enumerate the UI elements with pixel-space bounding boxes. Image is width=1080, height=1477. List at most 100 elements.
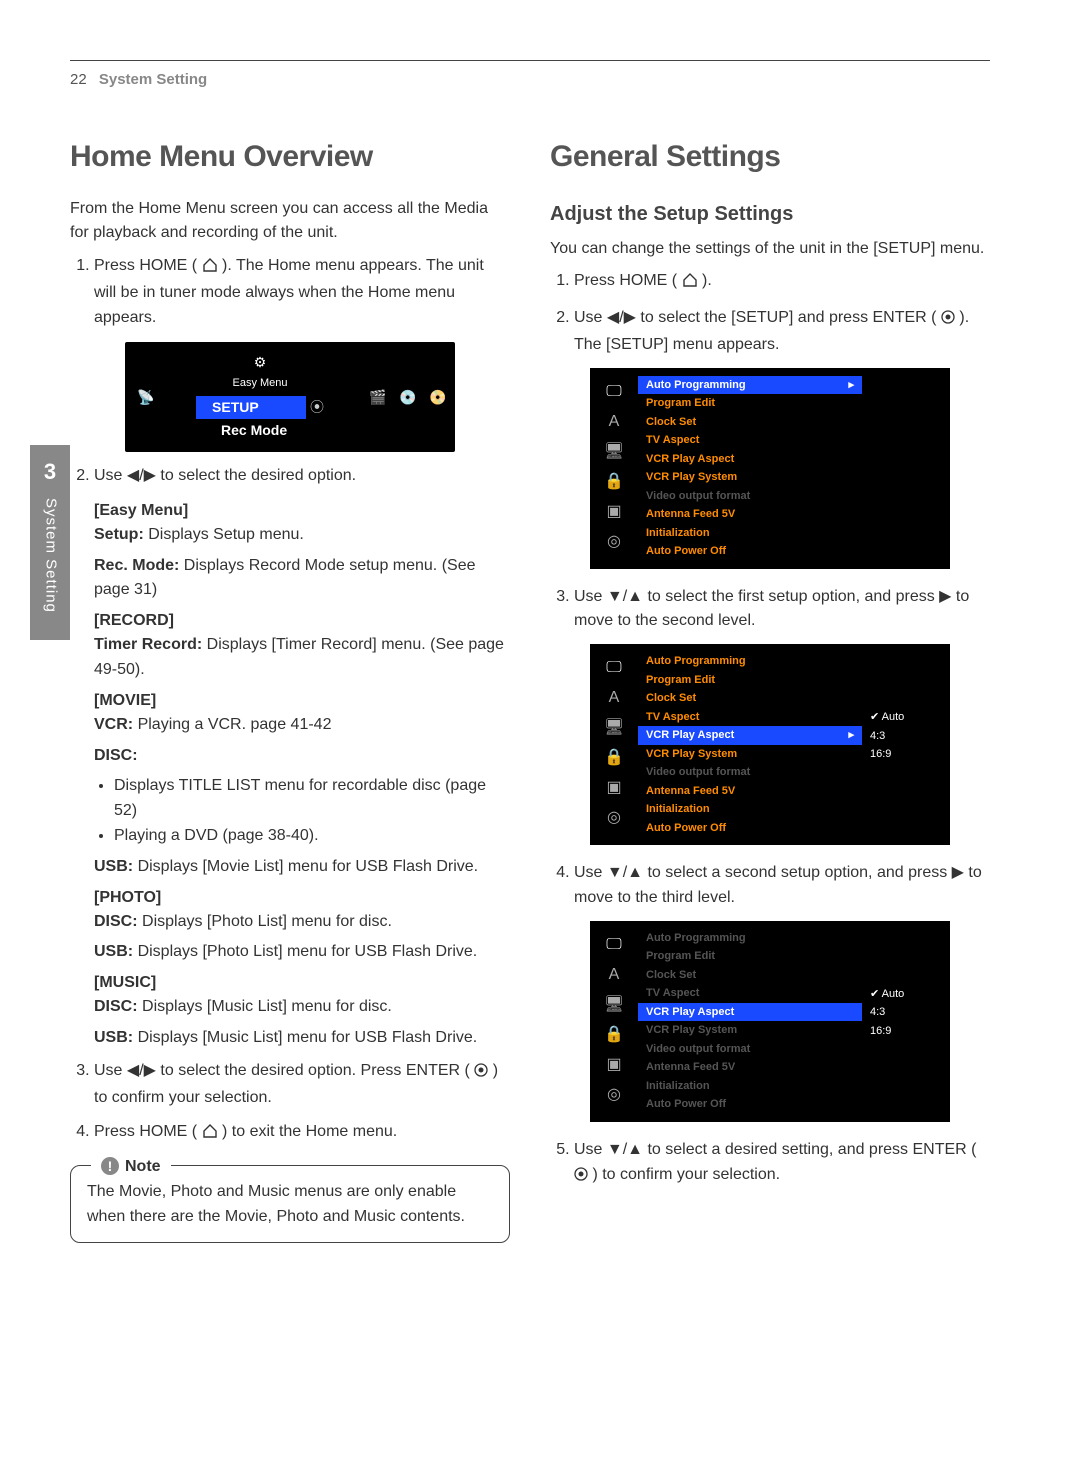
movie-heading: [MOVIE] — [94, 689, 510, 713]
gear-icon: ⚙︎ — [167, 352, 353, 373]
setup-osd-3: 🖵 A 🖥 🔒 ▣ ◎ Auto Programming Program Edi… — [590, 921, 950, 1122]
record-icon: 🎬 — [369, 387, 383, 408]
osd-item: Initialization — [638, 800, 862, 819]
music-usb-desc: Displays [Music List] menu for USB Flash… — [138, 1029, 478, 1046]
lock-icon: 🔒 — [604, 746, 624, 770]
chapter-side-tab: 3 System Setting — [30, 445, 70, 640]
setup-osd-1: 🖵 A 🖥 🔒 ▣ ◎ Auto Programming▸ Program Ed… — [590, 368, 950, 569]
chapter-number: 3 — [30, 455, 70, 488]
step-4: Press HOME ( ) to exit the Home menu. — [94, 1120, 510, 1147]
osd-item-vcr-aspect-hl: VCR Play Aspect — [646, 1004, 734, 1021]
photo-usb-label: USB: — [94, 943, 133, 960]
home-menu-osd: 📡 ⚙︎ Easy Menu SETUP ⦿ Rec Mode 🎬 💿 📀 — [125, 342, 455, 452]
movie-usb-desc: Displays [Movie List] menu for USB Flash… — [138, 858, 479, 875]
osd-item-vcr-aspect: VCR Play Aspect — [638, 450, 862, 469]
disc-li-2: Playing a DVD (page 38-40). — [114, 824, 510, 849]
osd-item: TV Aspect — [638, 984, 862, 1003]
osd-item-vid-out: Video output format — [638, 487, 862, 506]
disc-icon: 💿 — [399, 387, 413, 408]
osd-item: Video output format — [638, 763, 862, 782]
easy-menu-heading: [Easy Menu] — [94, 499, 510, 523]
right-intro: You can change the settings of the unit … — [550, 237, 990, 262]
lock-icon: 🔒 — [604, 1023, 624, 1047]
r-step-1: Press HOME ( ). — [574, 269, 990, 296]
osd-item: TV Aspect — [638, 708, 862, 727]
movie-disc-label: DISC: — [94, 747, 138, 764]
home-icon — [682, 271, 698, 296]
chapter-label: System Setting — [39, 498, 62, 613]
header-rule — [70, 60, 990, 61]
page-number: 22 — [70, 69, 87, 92]
step-2: Use ◀/▶ to select the desired option. — [94, 464, 510, 489]
music-heading: [MUSIC] — [94, 971, 510, 995]
opt-auto: Auto — [870, 985, 950, 1004]
osd-item: Antenna Feed 5V — [638, 782, 862, 801]
osd-item-auto-prog: Auto Programming — [646, 377, 746, 394]
right-column: General Settings Adjust the Setup Settin… — [550, 122, 990, 1243]
enter-icon — [574, 1165, 588, 1190]
disc-setup-icon: ◎ — [607, 806, 621, 830]
osd-item: Auto Programming — [638, 652, 862, 671]
opt-auto: Auto — [870, 708, 950, 727]
r-step-3: Use ▼/▲ to select the first setup option… — [574, 585, 990, 635]
setup-label: Setup: — [94, 526, 144, 543]
osd-item-vcr-aspect-hl: VCR Play Aspect — [646, 727, 734, 744]
square-icon: ▣ — [606, 776, 621, 800]
osd-item-tv-aspect: TV Aspect — [638, 431, 862, 450]
display-icon: 🖥 — [604, 993, 624, 1017]
osd-item-auto-off: Auto Power Off — [638, 542, 862, 561]
photo-heading: [PHOTO] — [94, 886, 510, 910]
disc-li-1: Displays TITLE LIST menu for recordable … — [114, 774, 510, 824]
tv-icon: 🖵 — [606, 380, 621, 404]
osd-recmode-row: Rec Mode — [205, 419, 315, 442]
note-text: The Movie, Photo and Music menus are onl… — [87, 1180, 493, 1230]
disc-setup-icon: ◎ — [607, 1083, 621, 1107]
option-descriptions: [Easy Menu] Setup: Displays Setup menu. … — [94, 499, 510, 1051]
note-bang-icon: ! — [101, 1157, 119, 1175]
osd-item-init: Initialization — [638, 524, 862, 543]
timer-label: Timer Record: — [94, 636, 202, 653]
osd-item-clock: Clock Set — [638, 413, 862, 432]
r-step-2: Use ◀/▶ to select the [SETUP] and press … — [574, 306, 990, 358]
heading-general-settings: General Settings — [550, 134, 990, 179]
enter-icon — [941, 308, 955, 333]
osd-item: VCR Play System — [638, 745, 862, 764]
tv-icon: 🖵 — [606, 656, 621, 680]
display-icon: 🖥 — [604, 716, 624, 740]
music-usb-label: USB: — [94, 1029, 133, 1046]
left-column: Home Menu Overview From the Home Menu sc… — [70, 122, 510, 1243]
tv-icon: 🖵 — [606, 933, 621, 957]
recmode-label: Rec. Mode: — [94, 557, 179, 574]
easy-menu-label: Easy Menu — [167, 375, 353, 392]
section-name: System Setting — [99, 71, 207, 88]
photo-disc-label: DISC: — [94, 913, 138, 930]
opt-43: 4:3 — [870, 727, 950, 746]
osd-item-vcr-system: VCR Play System — [638, 468, 862, 487]
osd-item-prog-edit: Program Edit — [638, 394, 862, 413]
osd-item: Video output format — [638, 1040, 862, 1059]
usb-icon: 📀 — [429, 387, 443, 408]
record-heading: [RECORD] — [94, 609, 510, 633]
r-step-4: Use ▼/▲ to select a second setup option,… — [574, 861, 990, 911]
opt-169: 16:9 — [870, 745, 950, 764]
osd-setup-row: SETUP — [196, 396, 306, 419]
music-disc-desc: Displays [Music List] menu for disc. — [142, 998, 392, 1015]
opt-43: 4:3 — [870, 1003, 950, 1022]
subheading-adjust-setup: Adjust the Setup Settings — [550, 199, 990, 229]
osd-item: Auto Programming — [638, 929, 862, 948]
step-1: Press HOME ( ). The Home menu appears. T… — [94, 254, 510, 330]
home-icon — [202, 1122, 218, 1147]
osd-item: Program Edit — [638, 947, 862, 966]
music-disc-label: DISC: — [94, 998, 138, 1015]
setup-osd-2: 🖵 A 🖥 🔒 ▣ ◎ Auto Programming Program Edi… — [590, 644, 950, 845]
square-icon: ▣ — [606, 500, 621, 524]
photo-usb-desc: Displays [Photo List] menu for USB Flash… — [138, 943, 478, 960]
enter-icon — [474, 1061, 488, 1086]
letter-a-icon: A — [609, 963, 620, 987]
osd-item: Clock Set — [638, 966, 862, 985]
osd-item: Clock Set — [638, 689, 862, 708]
osd-item: Auto Power Off — [638, 819, 862, 838]
home-icon — [202, 256, 218, 281]
setup-desc: Displays Setup menu. — [148, 526, 304, 543]
vcr-label: VCR: — [94, 716, 133, 733]
